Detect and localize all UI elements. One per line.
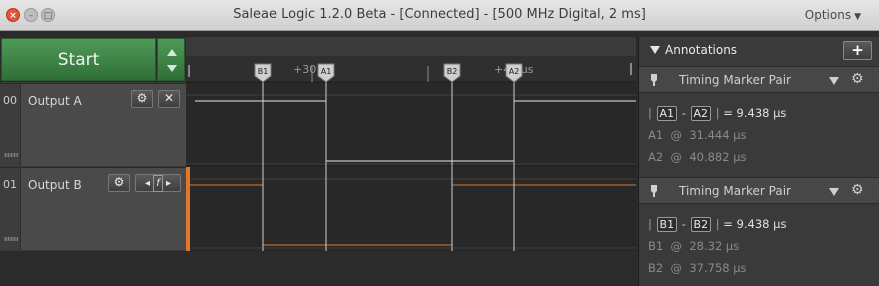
- channel-row-00[interactable]: 00 Output A ⚙ ✕: [0, 83, 186, 166]
- marker-label: B2: [648, 261, 664, 275]
- pair-title: Timing Marker Pair: [679, 73, 791, 87]
- tick-label-30: +30: [293, 63, 316, 76]
- chevron-down-icon: ▼: [854, 12, 861, 22]
- timing-marker-pair-a: Timing Marker Pair ⚙ | A1 - A2 | = 9.438…: [639, 66, 879, 178]
- channel-remove-button[interactable]: ✕: [158, 90, 180, 108]
- marker-time-row: B1 @ 28.32 μs: [648, 239, 740, 253]
- chevron-down-icon[interactable]: [829, 77, 839, 85]
- chevron-down-icon[interactable]: [829, 188, 839, 196]
- marker-time-row: B2 @ 37.758 μs: [648, 261, 747, 275]
- status-area: [0, 251, 636, 286]
- difference-value: = 9.438 μs: [723, 106, 787, 120]
- annotations-header[interactable]: Annotations +: [639, 37, 879, 63]
- annotations-panel: Annotations + Timing Marker Pair ⚙ | A1 …: [638, 37, 879, 286]
- start-button[interactable]: Start: [1, 38, 156, 81]
- annotations-title: Annotations: [665, 43, 738, 57]
- marker-label: B1: [258, 67, 269, 76]
- difference-value: = 9.438 μs: [723, 217, 787, 231]
- timing-marker-pair-b: Timing Marker Pair ⚙ | B1 - B2 | = 9.438…: [639, 177, 879, 286]
- marker-chip: A2: [690, 106, 712, 121]
- channel-row-01[interactable]: 01 Output B ⚙ ◂ f ▸: [0, 167, 186, 250]
- gear-icon: ⚙: [113, 175, 125, 189]
- pair-title: Timing Marker Pair: [679, 184, 791, 198]
- channel-b-color-indicator: [186, 167, 190, 251]
- marker-label: A1: [648, 128, 664, 142]
- chevron-left-icon: ◂: [145, 178, 151, 189]
- gear-icon[interactable]: ⚙: [851, 182, 864, 198]
- marker-label: A1: [321, 67, 332, 76]
- start-options-button[interactable]: [157, 38, 185, 81]
- marker-time-row: A2 @ 40.882 μs: [648, 150, 747, 164]
- marker-time: 37.758 μs: [689, 261, 747, 275]
- channel-name[interactable]: Output A: [28, 94, 82, 108]
- pair-header[interactable]: Timing Marker Pair ⚙: [639, 66, 879, 93]
- pair-header[interactable]: Timing Marker Pair ⚙: [639, 177, 879, 204]
- marker-label: B2: [447, 67, 458, 76]
- gear-icon: ⚙: [136, 91, 148, 105]
- marker-label: B1: [648, 239, 664, 253]
- arrow-down-icon: [167, 65, 177, 72]
- marker-time: 28.32 μs: [689, 239, 740, 253]
- collapse-icon[interactable]: [650, 46, 660, 54]
- start-controls: Start: [0, 37, 186, 82]
- marker-time: 40.882 μs: [689, 150, 747, 164]
- title-bar: × – □ Saleae Logic 1.2.0 Beta - [Connect…: [0, 0, 879, 31]
- marker-chip: B1: [656, 217, 678, 232]
- pair-difference: | B1 - B2 | = 9.438 μs: [648, 217, 787, 232]
- trigger-selector[interactable]: ◂ f ▸: [135, 174, 181, 192]
- waveform-area[interactable]: +30 +40 μs B1 A1 B2: [186, 37, 636, 251]
- channel-settings-button[interactable]: ⚙: [108, 174, 130, 192]
- pin-icon: [651, 74, 657, 86]
- options-label: Options: [804, 8, 852, 22]
- close-icon: ✕: [163, 91, 175, 105]
- marker-chip: B2: [690, 217, 712, 232]
- pin-icon: [651, 185, 657, 197]
- pair-difference: | A1 - A2 | = 9.438 μs: [648, 106, 787, 121]
- marker-time-row: A1 @ 31.444 μs: [648, 128, 747, 142]
- add-annotation-button[interactable]: +: [843, 41, 872, 60]
- options-menu[interactable]: Options ▼: [805, 8, 861, 22]
- marker-label: A2: [509, 67, 520, 76]
- arrow-up-icon: [167, 49, 177, 56]
- chevron-right-icon: ▸: [165, 178, 171, 189]
- gear-icon[interactable]: ⚙: [851, 71, 864, 87]
- rising-edge-icon: f: [153, 175, 163, 192]
- marker-label: A2: [648, 150, 664, 164]
- channel-settings-button[interactable]: ⚙: [131, 90, 153, 108]
- channel-panel: Start 00 Output A ⚙ ✕ 01 Output B ⚙ ◂ f …: [0, 37, 186, 251]
- drag-handle-icon[interactable]: [4, 237, 18, 241]
- channel-name[interactable]: Output B: [28, 178, 82, 192]
- marker-chip: A1: [656, 106, 678, 121]
- drag-handle-icon[interactable]: [4, 153, 18, 157]
- marker-time: 31.444 μs: [689, 128, 747, 142]
- window-title: Saleae Logic 1.2.0 Beta - [Connected] - …: [233, 7, 646, 22]
